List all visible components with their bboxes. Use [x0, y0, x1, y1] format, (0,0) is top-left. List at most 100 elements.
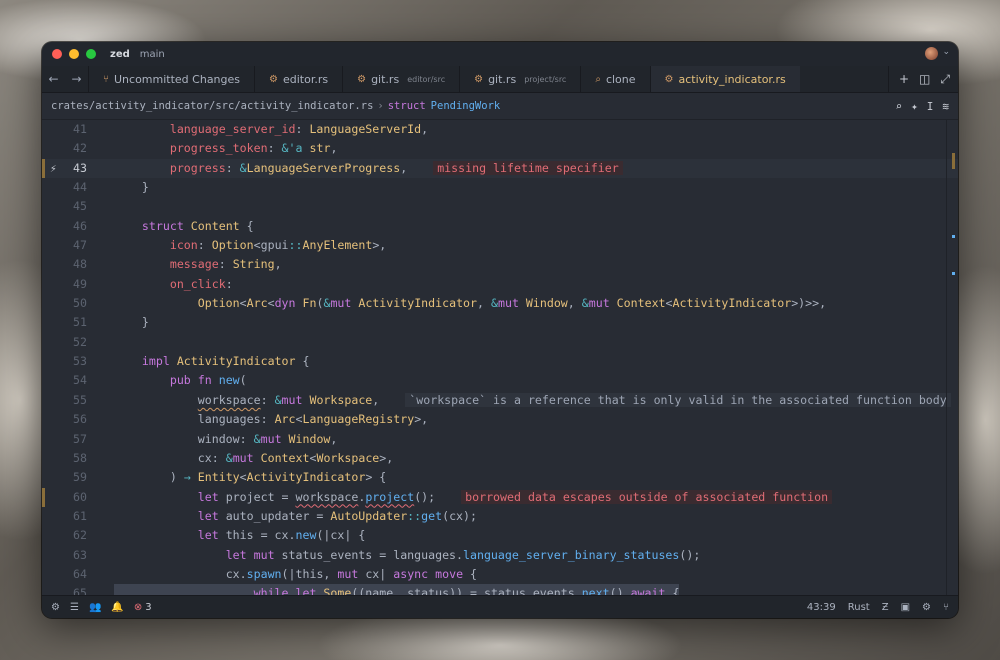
- code-token: :: [260, 412, 275, 427]
- code-line[interactable]: 42 progress_token: &'a str,: [42, 139, 958, 158]
- code-line[interactable]: 54 pub fn new(: [42, 371, 958, 390]
- line-number: 61: [73, 508, 87, 523]
- code-token: ,: [400, 160, 408, 175]
- code-line[interactable]: 49 on_click:: [42, 275, 958, 294]
- tab-4[interactable]: ⌕ clone: [580, 66, 649, 92]
- code-token: Arc: [274, 412, 296, 427]
- avatar[interactable]: [925, 47, 938, 60]
- code-token: >,: [414, 412, 429, 427]
- code-line[interactable]: 53 impl ActivityIndicator {: [42, 352, 958, 371]
- code-token: new: [295, 528, 317, 543]
- code-token: icon: [169, 238, 198, 253]
- line-number: 59: [73, 470, 87, 485]
- code-line[interactable]: ⚡ 43 progress: &LanguageServerProgress, mi…: [42, 158, 958, 179]
- collab-icon[interactable]: 👥: [89, 602, 101, 613]
- split-pane-icon[interactable]: ◫: [919, 72, 930, 86]
- tab-1[interactable]: ⚙ editor.rs: [254, 66, 342, 92]
- line-number: 51: [73, 315, 87, 330]
- tab-0[interactable]: ⑂ Uncommitted Changes: [88, 66, 254, 92]
- code-line[interactable]: 59 ) → Entity<ActivityIndicator> {: [42, 468, 958, 487]
- code-text: languages: Arc<LanguageRegistry>,: [114, 410, 428, 429]
- breadcrumb-path[interactable]: crates/activity_indicator/src/activity_i…: [51, 100, 373, 112]
- cursor-position[interactable]: 43:39: [807, 602, 836, 613]
- code-token: Window: [525, 296, 568, 311]
- language-selector[interactable]: Rust: [848, 602, 870, 613]
- tab-2[interactable]: ⚙ git.rs editor/src: [342, 66, 459, 92]
- code-line[interactable]: 60 let project = workspace.project(); bor…: [42, 487, 958, 507]
- code-line[interactable]: 64 cx.spawn(|this, mut cx| async move {: [42, 565, 958, 584]
- code-token: &: [274, 392, 282, 407]
- code-line[interactable]: 62 let this = cx.new(|cx| {: [42, 526, 958, 545]
- tab-5[interactable]: ⚙ activity_indicator.rs: [649, 66, 800, 92]
- code-token: :: [197, 238, 212, 253]
- git-branch-icon[interactable]: ⑂: [943, 602, 949, 613]
- code-action-icon[interactable]: ⚡: [50, 159, 57, 178]
- code-text: let project = workspace.project(); borrow…: [114, 488, 833, 507]
- project-panel-icon[interactable]: ⚙: [51, 602, 60, 613]
- code-token: on_click: [169, 276, 226, 291]
- code-line[interactable]: 44 }: [42, 178, 958, 197]
- code-editor[interactable]: 41 language_server_id: LanguageServerId,…: [42, 120, 958, 596]
- code-line[interactable]: 55 workspace: &mut Workspace, `workspace`…: [42, 391, 958, 410]
- code-line[interactable]: 51 }: [42, 313, 958, 332]
- code-token: workspace: [197, 392, 261, 407]
- bell-icon[interactable]: 🔔: [111, 602, 123, 613]
- line-number: 56: [73, 412, 87, 427]
- settings-sliders-icon[interactable]: ≋: [942, 100, 949, 113]
- inline-error-diagnostic[interactable]: borrowed data escapes outside of associa…: [461, 489, 833, 504]
- chevron-down-icon[interactable]: ⌄: [942, 47, 950, 57]
- assistant-icon[interactable]: ⚙: [922, 602, 931, 613]
- code-line[interactable]: 61 let auto_updater = AutoUpdater::get(c…: [42, 507, 958, 526]
- branch-name[interactable]: main: [140, 49, 165, 60]
- inline-hint-diagnostic[interactable]: `workspace` is a reference that is only …: [405, 392, 951, 407]
- code-token: <: [253, 238, 261, 253]
- code-token: ,: [330, 141, 338, 156]
- code-line[interactable]: 47 icon: Option<gpui::AnyElement>,: [42, 236, 958, 255]
- code-line[interactable]: 41 language_server_id: LanguageServerId,: [42, 120, 958, 139]
- code-line[interactable]: 56 languages: Arc<LanguageRegistry>,: [42, 410, 958, 429]
- outline-icon[interactable]: ☰: [70, 602, 79, 613]
- assistant-sparkle-icon[interactable]: ✦: [911, 100, 918, 113]
- code-text: progress: &LanguageServerProgress, missin…: [114, 159, 623, 178]
- search-icon[interactable]: ⌕: [896, 100, 903, 113]
- scrollbar[interactable]: [946, 120, 958, 596]
- tab-label: clone: [605, 72, 636, 86]
- close-window-button[interactable]: [52, 49, 62, 59]
- forward-arrow-icon[interactable]: →: [71, 72, 81, 86]
- code-text: pub fn new(: [114, 371, 247, 390]
- text-cursor-icon[interactable]: I: [927, 100, 934, 113]
- code-line[interactable]: 57 window: &mut Window,: [42, 430, 958, 449]
- code-token: ,: [567, 296, 582, 311]
- code-line[interactable]: 63 let mut status_events = languages.lan…: [42, 546, 958, 565]
- breadcrumb-symbol[interactable]: PendingWork: [431, 100, 501, 112]
- inline-error-diagnostic[interactable]: missing lifetime specifier: [433, 160, 623, 175]
- terminal-icon[interactable]: ▣: [901, 602, 910, 613]
- code-token: (|this,: [281, 566, 338, 581]
- minimize-window-button[interactable]: [69, 49, 79, 59]
- back-arrow-icon[interactable]: ←: [48, 72, 58, 86]
- diagnostics-indicator[interactable]: ⊗ 3: [134, 602, 152, 613]
- tab-label: activity_indicator.rs: [678, 72, 786, 86]
- code-line[interactable]: 48 message: String,: [42, 255, 958, 274]
- code-token: ,: [421, 122, 429, 136]
- expand-icon[interactable]: ⤢: [940, 72, 950, 87]
- maximize-window-button[interactable]: [86, 49, 96, 59]
- code-token: let: [197, 489, 226, 504]
- code-line[interactable]: 46 struct Content {: [42, 217, 958, 236]
- plus-icon[interactable]: +: [899, 72, 909, 86]
- code-line[interactable]: 50 Option<Arc<dyn Fn(&mut ActivityIndica…: [42, 294, 958, 313]
- code-line[interactable]: 45: [42, 197, 958, 216]
- code-token: this = cx.: [225, 528, 296, 543]
- vim-mode-icon[interactable]: Ƶ: [882, 602, 889, 613]
- code-token: Context: [260, 450, 310, 465]
- code-line[interactable]: 52: [42, 333, 958, 352]
- code-line[interactable]: 58 cx: &mut Context<Workspace>,: [42, 449, 958, 468]
- code-token: ,: [477, 296, 491, 311]
- title-bar: zed main ⌄: [42, 42, 958, 66]
- tab-3[interactable]: ⚙ git.rs project/src: [459, 66, 580, 92]
- code-text: struct Content {: [114, 217, 254, 236]
